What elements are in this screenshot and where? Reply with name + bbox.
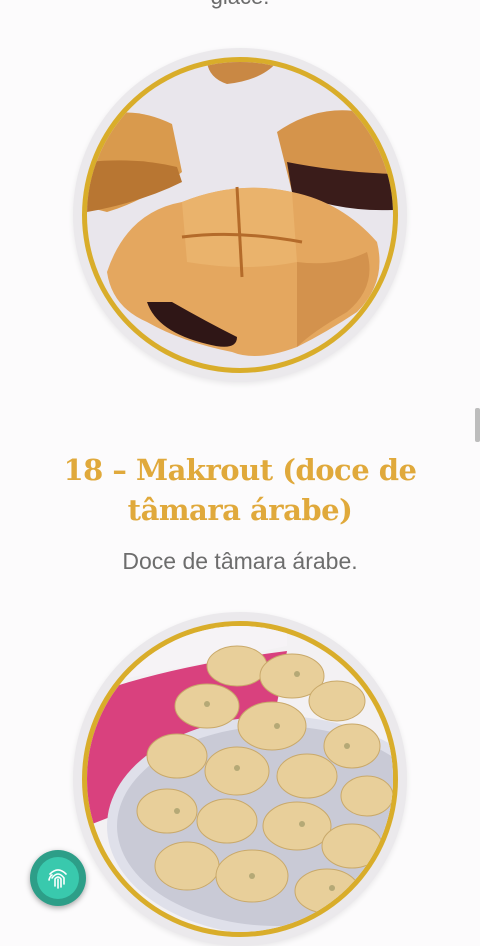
scroll-indicator[interactable] [475, 408, 480, 442]
recipe-description: Doce de tâmara árabe. [122, 548, 358, 574]
recipe-title: 18 – Makrout (doce de tâmara árabe) [63, 453, 417, 527]
cookies-photo [87, 626, 393, 932]
makrout-photo-frame [73, 48, 407, 382]
fingerprint-icon [37, 857, 79, 899]
cookies-photo-frame [73, 612, 407, 946]
makrout-photo [87, 62, 393, 368]
fingerprint-fab-button[interactable] [30, 850, 86, 906]
photo-ring [82, 57, 398, 373]
previous-item-caption: glacê. [0, 0, 480, 10]
photo-ring [82, 621, 398, 937]
